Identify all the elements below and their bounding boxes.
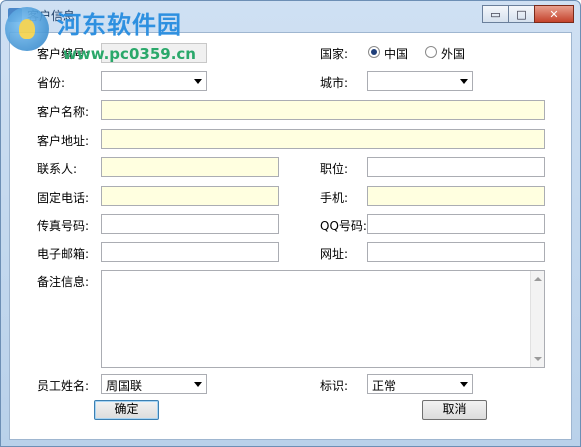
contact-field[interactable]	[101, 157, 279, 177]
chevron-down-icon	[460, 79, 468, 84]
website-field[interactable]	[367, 242, 545, 262]
chevron-down-icon	[194, 79, 202, 84]
qq-field[interactable]	[367, 214, 545, 234]
customer-address-label: 客户地址:	[37, 134, 90, 148]
scroll-up-icon[interactable]	[534, 277, 542, 281]
employee-dropdown[interactable]: 周国联	[101, 374, 207, 394]
employee-value: 周国联	[106, 379, 143, 393]
customer-address-field[interactable]	[101, 129, 545, 149]
employee-label: 员工姓名:	[37, 379, 90, 393]
chevron-down-icon	[460, 382, 468, 387]
contact-label: 联系人:	[37, 162, 78, 176]
city-label: 城市:	[320, 76, 349, 90]
remarks-scrollbar[interactable]	[530, 271, 544, 367]
cancel-button[interactable]: 取消	[422, 400, 487, 420]
customer-name-label: 客户名称:	[37, 105, 90, 119]
email-label: 电子邮箱:	[37, 247, 90, 261]
website-label: 网址:	[320, 247, 349, 261]
province-label: 省份:	[37, 76, 66, 90]
mobile-label: 手机:	[320, 191, 349, 205]
title-bar[interactable]: 客户信息 ▭ □ ✕	[1, 1, 580, 29]
minimize-button[interactable]: ▭	[482, 5, 509, 23]
flag-dropdown[interactable]: 正常	[367, 374, 473, 394]
scroll-down-icon[interactable]	[534, 357, 542, 361]
customer-info-window: 客户信息 ▭ □ ✕ 客户编号: 国家: 中国 外国 省份: 城市: 客户名称:	[0, 0, 581, 447]
country-china-label[interactable]: 中国	[384, 45, 408, 62]
country-foreign-radio[interactable]	[425, 46, 437, 58]
close-button[interactable]: ✕	[534, 5, 574, 23]
fax-field[interactable]	[101, 214, 279, 234]
qq-label: QQ号码:	[320, 219, 367, 233]
remarks-label: 备注信息:	[37, 275, 90, 289]
position-label: 职位:	[320, 162, 349, 176]
city-dropdown[interactable]	[367, 71, 473, 91]
remarks-textarea[interactable]	[101, 270, 545, 368]
position-field[interactable]	[367, 157, 545, 177]
ok-button[interactable]: 确定	[94, 400, 159, 420]
window-title: 客户信息	[27, 9, 76, 23]
form-panel: 客户编号: 国家: 中国 外国 省份: 城市: 客户名称: 客户地址: 联系人:…	[9, 32, 572, 440]
country-foreign-label[interactable]: 外国	[441, 45, 465, 62]
phone-label: 固定电话:	[37, 191, 90, 205]
flag-label: 标识:	[320, 379, 349, 393]
chevron-down-icon	[194, 382, 202, 387]
customer-name-field[interactable]	[101, 100, 545, 120]
province-dropdown[interactable]	[101, 71, 207, 91]
customer-no-label: 客户编号:	[37, 47, 90, 61]
mobile-field[interactable]	[367, 186, 545, 206]
maximize-button[interactable]: □	[508, 5, 535, 23]
fax-label: 传真号码:	[37, 219, 90, 233]
window-controls: ▭ □ ✕	[482, 5, 574, 23]
flag-value: 正常	[372, 379, 397, 393]
email-field[interactable]	[101, 242, 279, 262]
app-icon	[8, 8, 22, 22]
phone-field[interactable]	[101, 186, 279, 206]
country-label: 国家:	[320, 47, 349, 61]
customer-no-field[interactable]	[101, 43, 207, 63]
country-china-radio[interactable]	[368, 46, 380, 58]
